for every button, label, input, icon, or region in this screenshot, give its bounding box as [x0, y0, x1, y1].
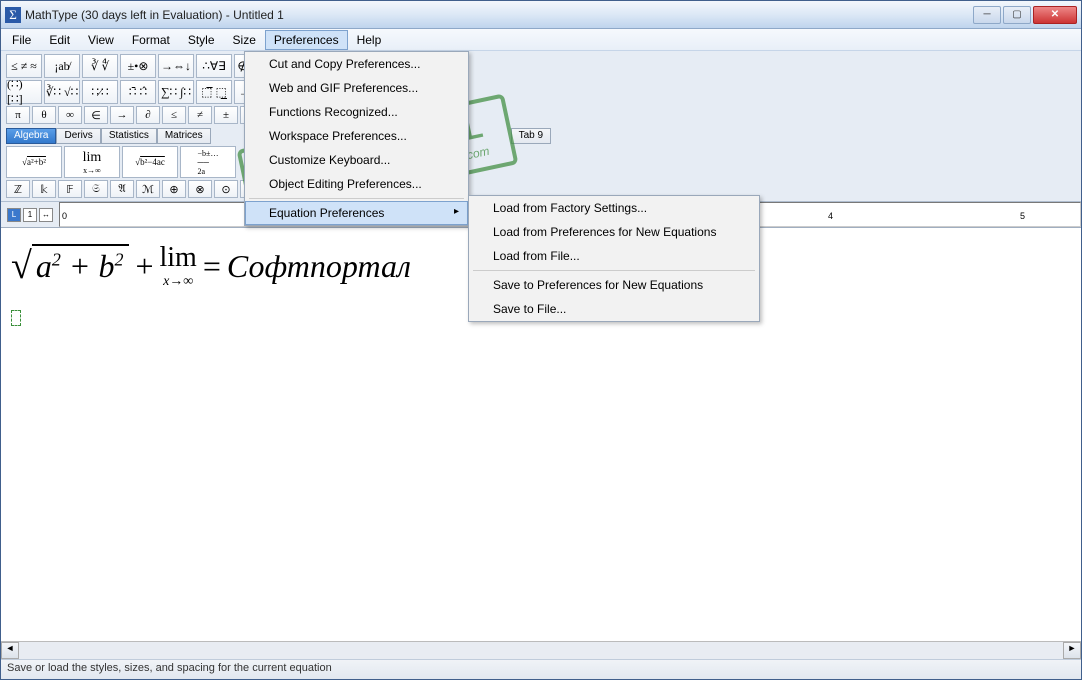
maximize-button[interactable]: ▢: [1003, 6, 1031, 24]
menu-size[interactable]: Size: [224, 30, 265, 50]
tpl-bars[interactable]: ⬚̅ ⬚̲: [196, 80, 232, 104]
close-button[interactable]: ✕: [1033, 6, 1077, 24]
eq-rhs: Софтпортал: [227, 248, 411, 285]
app-window: Σ MathType (30 days left in Evaluation) …: [0, 0, 1082, 680]
ruler-mode-3[interactable]: ↔: [39, 208, 53, 222]
bb-otimes[interactable]: ⊗: [188, 180, 212, 198]
menu-customize-keyboard[interactable]: Customize Keyboard...: [245, 148, 468, 172]
symbol-embellish[interactable]: ∛ ∜: [82, 54, 118, 78]
sym-arrow[interactable]: →: [110, 106, 134, 124]
tab-statistics[interactable]: Statistics: [101, 128, 157, 144]
menu-file[interactable]: File: [3, 30, 40, 50]
bb-k[interactable]: 𝕜: [32, 180, 56, 198]
submenu-separator: [473, 270, 755, 271]
symbol-operators[interactable]: ±•⊗: [120, 54, 156, 78]
sym-le[interactable]: ≤: [162, 106, 186, 124]
submenu-save-file[interactable]: Save to File...: [469, 297, 759, 321]
menubar: File Edit View Format Style Size Prefere…: [1, 29, 1081, 51]
symbol-spaces[interactable]: ¡ab̸: [44, 54, 80, 78]
submenu-load-file[interactable]: Load from File...: [469, 244, 759, 268]
equation-prefs-submenu: Load from Factory Settings... Load from …: [468, 195, 760, 322]
tpl-limit[interactable]: limx→∞: [64, 146, 120, 178]
toolbar-area: ≤ ≠ ≈ ¡ab̸ ∛ ∜ ±•⊗ →⇔↓ ∴∀∃ ∉∩⊂ ∂∞ℓ λωθ Λ…: [1, 51, 1081, 202]
preferences-dropdown: Cut and Copy Preferences... Web and GIF …: [244, 51, 469, 226]
bb-s[interactable]: 𝔖: [84, 180, 108, 198]
sym-pm[interactable]: ±: [214, 106, 238, 124]
scroll-left-button[interactable]: ◄: [1, 642, 19, 659]
tab-9[interactable]: Tab 9: [511, 128, 551, 144]
menu-equation-prefs[interactable]: Equation Preferences: [245, 201, 468, 225]
ruler-mode-buttons: L 1 ↔: [1, 202, 59, 227]
symbol-row-1: ≤ ≠ ≈ ¡ab̸ ∛ ∜ ±•⊗ →⇔↓ ∴∀∃ ∉∩⊂ ∂∞ℓ λωθ Λ…: [6, 54, 1076, 78]
sym-ne[interactable]: ≠: [188, 106, 212, 124]
eq-equals: =: [203, 248, 221, 285]
menu-object-editing-prefs[interactable]: Object Editing Preferences...: [245, 172, 468, 196]
sym-infty[interactable]: ∞: [58, 106, 82, 124]
ruler-label-5: 5: [1020, 211, 1025, 221]
window-title: MathType (30 days left in Evaluation) - …: [25, 8, 973, 22]
symbol-arrows[interactable]: →⇔↓: [158, 54, 194, 78]
window-controls: ─ ▢ ✕: [973, 6, 1077, 24]
ruler-mode-2[interactable]: 1: [23, 208, 37, 222]
menu-functions-recognized[interactable]: Functions Recognized...: [245, 100, 468, 124]
menu-view[interactable]: View: [79, 30, 123, 50]
sym-pi[interactable]: π: [6, 106, 30, 124]
ruler-label-4: 4: [828, 211, 833, 221]
menu-format[interactable]: Format: [123, 30, 179, 50]
titlebar: Σ MathType (30 days left in Evaluation) …: [1, 1, 1081, 29]
symbol-row-2: π θ ∞ ∈ → ∂ ≤ ≠ ± ∓: [6, 106, 1076, 124]
submenu-load-factory[interactable]: Load from Factory Settings...: [469, 196, 759, 220]
menu-web-gif-prefs[interactable]: Web and GIF Preferences...: [245, 76, 468, 100]
tab-algebra[interactable]: Algebra: [6, 128, 56, 144]
eq-lim: lim x→∞: [160, 242, 197, 290]
bb-z[interactable]: ℤ: [6, 180, 30, 198]
eq-plus: +: [135, 248, 153, 285]
template-tabs: Algebra Derivs Statistics Matrices Tab 9: [6, 128, 1076, 144]
submenu-load-new-eq[interactable]: Load from Preferences for New Equations: [469, 220, 759, 244]
tpl-sqrt-sum[interactable]: √a²+b²: [6, 146, 62, 178]
minimize-button[interactable]: ─: [973, 6, 1001, 24]
ruler-mode-1[interactable]: L: [7, 208, 21, 222]
template-palette: √a²+b² limx→∞ √b²−4ac −b±…──2a: [6, 146, 1076, 178]
tab-derivs[interactable]: Derivs: [56, 128, 100, 144]
symbol-logic[interactable]: ∴∀∃: [196, 54, 232, 78]
template-row-1: (∷) [∷] ∛∷ √∷ ∷⁄∷ ∷̄ ∷̂ ∑∷ ∫∷ ⬚̅ ⬚̲ → ↔ …: [6, 80, 1076, 104]
sym-in[interactable]: ∈: [84, 106, 108, 124]
sym-theta[interactable]: θ: [32, 106, 56, 124]
status-text: Save or load the styles, sizes, and spac…: [7, 662, 332, 674]
app-icon: Σ: [5, 7, 21, 23]
scroll-right-button[interactable]: ►: [1063, 642, 1081, 659]
menu-style[interactable]: Style: [179, 30, 224, 50]
menu-help[interactable]: Help: [348, 30, 391, 50]
bb-oplus[interactable]: ⊕: [162, 180, 186, 198]
tpl-quadratic[interactable]: −b±…──2a: [180, 146, 236, 178]
menu-edit[interactable]: Edit: [40, 30, 79, 50]
sym-partial[interactable]: ∂: [136, 106, 160, 124]
cursor-slot[interactable]: [11, 310, 21, 326]
statusbar: Save or load the styles, sizes, and spac…: [1, 659, 1081, 679]
menu-preferences[interactable]: Preferences: [265, 30, 348, 50]
horizontal-scrollbar[interactable]: ◄ ►: [1, 641, 1081, 659]
menu-cut-copy-prefs[interactable]: Cut and Copy Preferences...: [245, 52, 468, 76]
scroll-track[interactable]: [19, 642, 1063, 659]
bb-odot[interactable]: ⊙: [214, 180, 238, 198]
tpl-scripts[interactable]: ∷̄ ∷̂: [120, 80, 156, 104]
tpl-roots[interactable]: ∛∷ √∷: [44, 80, 80, 104]
bb-a[interactable]: 𝔄: [110, 180, 134, 198]
menu-workspace-prefs[interactable]: Workspace Preferences...: [245, 124, 468, 148]
ruler-label-0: 0: [62, 211, 67, 221]
submenu-save-new-eq[interactable]: Save to Preferences for New Equations: [469, 273, 759, 297]
tpl-fractions[interactable]: ∷⁄∷: [82, 80, 118, 104]
bb-f[interactable]: 𝔽: [58, 180, 82, 198]
tab-matrices[interactable]: Matrices: [157, 128, 211, 144]
bb-m[interactable]: ℳ: [136, 180, 160, 198]
eq-sqrt: √ a2 + b2: [11, 244, 129, 288]
menu-separator: [249, 198, 464, 199]
tpl-discriminant[interactable]: √b²−4ac: [122, 146, 178, 178]
tpl-sums[interactable]: ∑∷ ∫∷: [158, 80, 194, 104]
tpl-fences[interactable]: (∷) [∷]: [6, 80, 42, 104]
symbol-relations[interactable]: ≤ ≠ ≈: [6, 54, 42, 78]
